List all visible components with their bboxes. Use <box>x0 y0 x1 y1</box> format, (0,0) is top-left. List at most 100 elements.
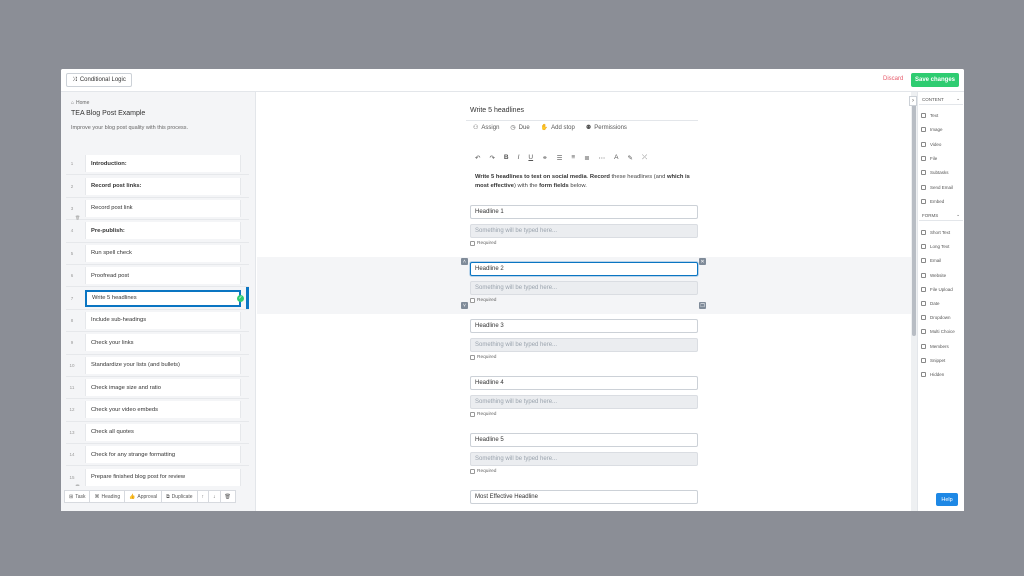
collapse-panel-button[interactable]: › <box>909 96 917 106</box>
task-row[interactable]: 1 Introduction: <box>66 153 249 176</box>
task-row[interactable]: 9 Check your links <box>66 332 249 355</box>
due-button[interactable]: ◷ Due <box>510 124 529 132</box>
numbered-list-icon[interactable]: ≡ <box>571 154 575 162</box>
task-label[interactable]: Check your links <box>85 334 241 352</box>
bullet-list-icon[interactable]: ☰ <box>557 154 563 162</box>
task-label[interactable]: Prepare finished blog post for review <box>85 468 241 486</box>
task-label[interactable]: Write 5 headlines <box>85 289 241 307</box>
bold-icon[interactable]: B <box>504 154 509 162</box>
task-row[interactable]: 5 Run spell check <box>66 243 249 265</box>
trash-icon[interactable]: 🗑 <box>219 490 236 503</box>
add-stop-button[interactable]: ✋ Add stop <box>541 124 575 132</box>
workflow-title[interactable]: TEA Blog Post Example <box>71 110 145 117</box>
more-icon[interactable]: ⋯ <box>599 154 606 162</box>
task-label[interactable]: Proofread post <box>85 267 241 285</box>
task-label[interactable]: Check your video embeds <box>85 401 241 419</box>
move-down-icon[interactable]: ˅ <box>461 302 468 309</box>
add-approval-button[interactable]: 👍 Approval <box>124 490 163 503</box>
assign-button[interactable]: ⚇ Assign <box>473 124 499 132</box>
field-label-input[interactable]: Most Effective Headline <box>470 490 698 504</box>
content-section-header[interactable]: CONTENT ⌄ <box>919 94 963 105</box>
field-label-input[interactable]: Headline 2 <box>470 262 698 276</box>
link-icon[interactable]: ⚭ <box>542 154 547 162</box>
widget-video[interactable]: Video <box>921 141 941 147</box>
field-label-input[interactable]: Headline 5 <box>470 433 698 447</box>
widget-image[interactable]: Image <box>921 127 943 133</box>
add-heading-button[interactable]: ⌘ Heading <box>89 490 126 503</box>
task-row[interactable]: 3 Record post link 🗑 <box>66 198 249 221</box>
widget-long-text[interactable]: Long Text <box>921 244 949 250</box>
widget-snippet[interactable]: Snippet <box>921 357 945 363</box>
task-title[interactable]: Write 5 headlines <box>470 107 524 114</box>
task-label[interactable]: Include sub-headings <box>85 311 241 329</box>
widget-dropdown[interactable]: Dropdown <box>921 315 951 321</box>
underline-icon[interactable]: U <box>528 154 533 162</box>
task-label[interactable]: Pre-publish: <box>85 222 241 240</box>
widget-multi-choice[interactable]: Multi Choice <box>921 329 955 335</box>
task-number: 5 <box>70 250 74 256</box>
task-label[interactable]: Check all quotes <box>85 423 241 441</box>
close-icon[interactable]: ✕ <box>699 258 706 265</box>
permissions-button[interactable]: ⚉ Permissions <box>586 124 627 132</box>
task-row[interactable]: 11 Check image size and ratio <box>66 377 249 400</box>
task-row[interactable]: 12 Check your video embeds <box>66 399 249 422</box>
task-label[interactable]: Introduction: <box>85 155 241 173</box>
task-row[interactable]: 7 Write 5 headlines ✓ <box>66 287 249 310</box>
task-row[interactable]: 10 Standardize your lists (and bullets) <box>66 355 249 377</box>
task-row[interactable]: 4 Pre-publish: <box>66 220 249 243</box>
task-label[interactable]: Check image size and ratio <box>85 379 241 397</box>
workflow-description[interactable]: Improve your blog post quality with this… <box>71 125 188 131</box>
add-duplicate-button[interactable]: ⧉ Duplicate <box>161 490 198 503</box>
task-label[interactable]: Record post links: <box>85 177 241 195</box>
copy-icon[interactable]: ❐ <box>699 302 706 309</box>
move-up-icon[interactable]: ˄ <box>461 258 468 265</box>
field-label-input[interactable]: Headline 4 <box>470 376 698 390</box>
task-row[interactable]: 8 Include sub-headings <box>66 310 249 333</box>
required-checkbox[interactable]: Required <box>470 241 496 246</box>
clear-format-icon[interactable]: ⤫ <box>642 154 647 162</box>
task-instructions[interactable]: Write 5 headlines to test on social medi… <box>475 173 701 190</box>
required-checkbox[interactable]: Required <box>470 412 496 417</box>
breadcrumb[interactable]: ⌂ Home <box>71 100 89 106</box>
widget-email[interactable]: Email <box>921 258 941 264</box>
highlight-icon[interactable]: ✎ <box>628 154 633 162</box>
task-label[interactable]: Standardize your lists (and bullets) <box>85 356 241 374</box>
widget-text[interactable]: Text <box>921 113 938 118</box>
widget-send-email[interactable]: Send Email <box>921 184 953 190</box>
task-label[interactable]: Record post link <box>85 199 241 217</box>
align-icon[interactable]: ≣ <box>584 154 589 162</box>
forms-section-header[interactable]: FORMS ⌄ <box>919 210 963 221</box>
undo-icon[interactable]: ↶ <box>475 154 480 162</box>
help-button[interactable]: Help <box>936 493 958 506</box>
task-row[interactable]: 13 Check all quotes <box>66 422 249 445</box>
widget-subtasks[interactable]: Subtasks <box>921 170 949 176</box>
widget-label: Members <box>930 343 949 349</box>
widget-date[interactable]: Date <box>921 301 940 306</box>
task-row[interactable]: 15 Prepare finished blog post for review 🗑 <box>66 466 249 486</box>
task-row[interactable]: 2 Record post links: <box>66 175 249 198</box>
widget-website[interactable]: Website <box>921 272 946 278</box>
trash-icon[interactable]: 🗑 <box>75 484 80 486</box>
required-checkbox[interactable]: Required <box>470 469 496 474</box>
required-checkbox[interactable]: Required <box>470 355 496 360</box>
field-label-input[interactable]: Headline 1 <box>470 205 698 219</box>
task-label[interactable]: Run spell check <box>85 244 241 262</box>
widget-hidden[interactable]: Hidden <box>921 372 944 377</box>
forms-section-label: FORMS <box>922 212 939 218</box>
widget-members[interactable]: Members <box>921 343 949 349</box>
task-label[interactable]: Check for any strange formatting <box>85 446 241 464</box>
field-label-input[interactable]: Headline 3 <box>470 319 698 333</box>
widget-file[interactable]: File <box>921 155 937 161</box>
add-task-button[interactable]: ⊞ Task <box>64 490 91 503</box>
widget-file-upload[interactable]: File Upload <box>921 286 953 292</box>
italic-icon[interactable]: I <box>518 154 520 162</box>
required-checkbox[interactable]: Required <box>470 298 496 303</box>
task-row[interactable]: 14 Check for any strange formatting <box>66 444 249 467</box>
redo-icon[interactable]: ↷ <box>489 154 494 162</box>
widget-embed[interactable]: Embed <box>921 198 944 204</box>
scrollbar-thumb[interactable] <box>912 96 916 336</box>
task-number: 2 <box>70 183 74 189</box>
text-color-icon[interactable]: A <box>614 154 618 162</box>
widget-short-text[interactable]: Short Text <box>921 230 950 235</box>
task-row[interactable]: 6 Proofread post <box>66 265 249 288</box>
